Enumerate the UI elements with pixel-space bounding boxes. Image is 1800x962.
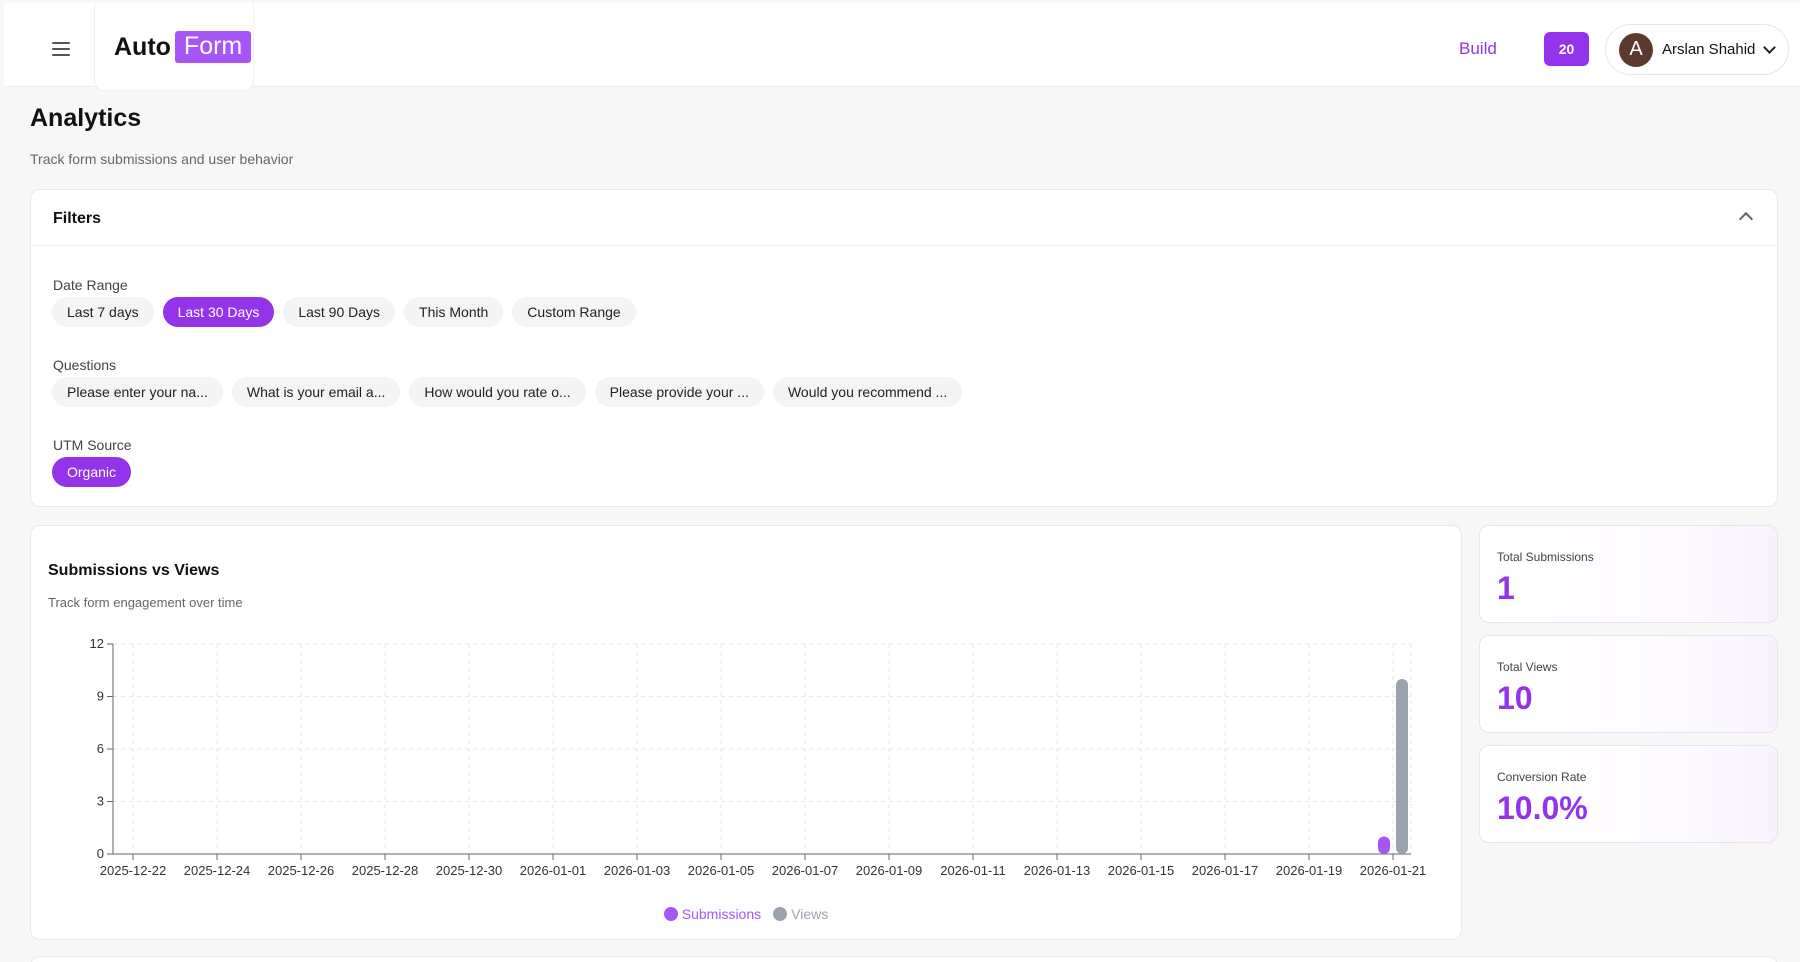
x-tick-label: 2026-01-09: [856, 863, 923, 878]
x-tick-label: 2025-12-28: [352, 863, 419, 878]
legend-label: Submissions: [681, 906, 762, 922]
date-range-label: Date Range: [53, 277, 128, 293]
avatar: A: [1619, 32, 1653, 67]
menu-icon[interactable]: [44, 35, 78, 63]
x-tick-label: 2026-01-15: [1108, 863, 1175, 878]
y-tick-label: 12: [90, 636, 104, 651]
legend-label: Views: [791, 906, 829, 922]
chevron-down-icon: [1763, 40, 1777, 54]
question-chips: Please enter your na... What is your emai…: [52, 377, 963, 407]
chevron-up-icon[interactable]: [1738, 211, 1754, 227]
question-chip[interactable]: What is your email a...: [231, 377, 401, 407]
question-chip[interactable]: Would you recommend ...: [772, 377, 963, 407]
question-chip[interactable]: Please enter your na...: [52, 377, 223, 407]
date-range-chip[interactable]: Custom Range: [512, 297, 636, 327]
legend-dot: [663, 907, 678, 921]
next-card: [30, 956, 1778, 962]
y-tick-label: 9: [97, 689, 104, 704]
filters-header[interactable]: Filters: [31, 190, 1777, 246]
x-tick-label: 2026-01-05: [688, 863, 755, 878]
question-chip[interactable]: How would you rate o...: [409, 377, 586, 407]
utm-source-chip[interactable]: Organic: [52, 457, 132, 487]
stat-label: Total Submissions: [1497, 550, 1594, 564]
stat-value: 1: [1497, 570, 1515, 606]
x-tick-label: 2026-01-21: [1360, 863, 1427, 878]
utm-source-chips: Organic: [52, 457, 132, 487]
stat-label: Conversion Rate: [1497, 770, 1587, 784]
logo-text-auto: Auto: [114, 32, 171, 61]
filters-title: Filters: [53, 210, 102, 227]
legend-dot: [773, 907, 788, 921]
date-range-chip[interactable]: This Month: [404, 297, 504, 327]
x-tick-label: 2025-12-22: [100, 863, 167, 878]
x-tick-label: 2026-01-17: [1192, 863, 1259, 878]
questions-label: Questions: [53, 357, 117, 373]
x-tick-label: 2026-01-03: [604, 863, 671, 878]
date-range-chip[interactable]: Last 90 Days: [283, 297, 396, 327]
bar-submissions: [1378, 836, 1390, 854]
logo-text-form: Form: [174, 31, 252, 63]
date-range-chip[interactable]: Last 7 days: [52, 297, 154, 327]
stat-value: 10.0%: [1497, 790, 1588, 826]
stat-value: 10: [1497, 680, 1533, 716]
build-link[interactable]: Build: [1459, 39, 1497, 59]
date-range-chips: Last 7 days Last 30 Days Last 90 Days This …: [52, 297, 636, 327]
page-title: Analytics: [30, 104, 142, 132]
x-tick-label: 2026-01-01: [520, 863, 587, 878]
user-name: Arslan Shahid: [1662, 41, 1756, 58]
x-tick-label: 2026-01-11: [940, 863, 1006, 878]
y-tick-label: 6: [97, 741, 104, 756]
x-tick-label: 2025-12-26: [268, 863, 335, 878]
top-header: Auto Form Build 20 A Arslan Shahid: [4, 3, 1800, 91]
app-logo[interactable]: Auto Form: [114, 31, 252, 63]
user-menu-button[interactable]: A Arslan Shahid: [1605, 24, 1789, 75]
submissions-views-chart: 0 3 6 9 12 2025-12-22 2025-12-24 2025-12-26 2025…: [90, 636, 1427, 878]
chart-card: Submissions vs Views Track form engageme…: [30, 525, 1462, 940]
x-tick-label: 2026-01-19: [1276, 863, 1343, 878]
page-subtitle: Track form submissions and user behavior: [30, 151, 294, 167]
date-range-chip[interactable]: Last 30 Days: [162, 297, 275, 327]
chart-legend: Submissions Views: [31, 906, 1461, 922]
credits-badge[interactable]: 20: [1544, 32, 1589, 66]
filters-panel: Filters Date Range Last 7 days Last 30 Da…: [30, 189, 1778, 507]
y-tick-label: 3: [97, 794, 104, 809]
x-tick-label: 2026-01-13: [1024, 863, 1091, 878]
stat-card-total-views: Total Views 10: [1479, 635, 1778, 733]
legend-item[interactable]: Submissions: [663, 906, 762, 922]
x-tick-label: 2025-12-30: [436, 863, 503, 878]
question-chip[interactable]: Please provide your ...: [594, 377, 764, 407]
y-tick-label: 0: [97, 846, 104, 861]
x-tick-label: 2026-01-07: [772, 863, 839, 878]
bar-views: [1396, 679, 1408, 854]
stat-card-conversion-rate: Conversion Rate 10.0%: [1479, 745, 1778, 843]
x-tick-label: 2025-12-24: [184, 863, 251, 878]
utm-source-label: UTM Source: [53, 437, 132, 453]
stat-label: Total Views: [1497, 660, 1558, 674]
stat-card-total-submissions: Total Submissions 1: [1479, 525, 1778, 623]
legend-item[interactable]: Views: [773, 906, 828, 922]
